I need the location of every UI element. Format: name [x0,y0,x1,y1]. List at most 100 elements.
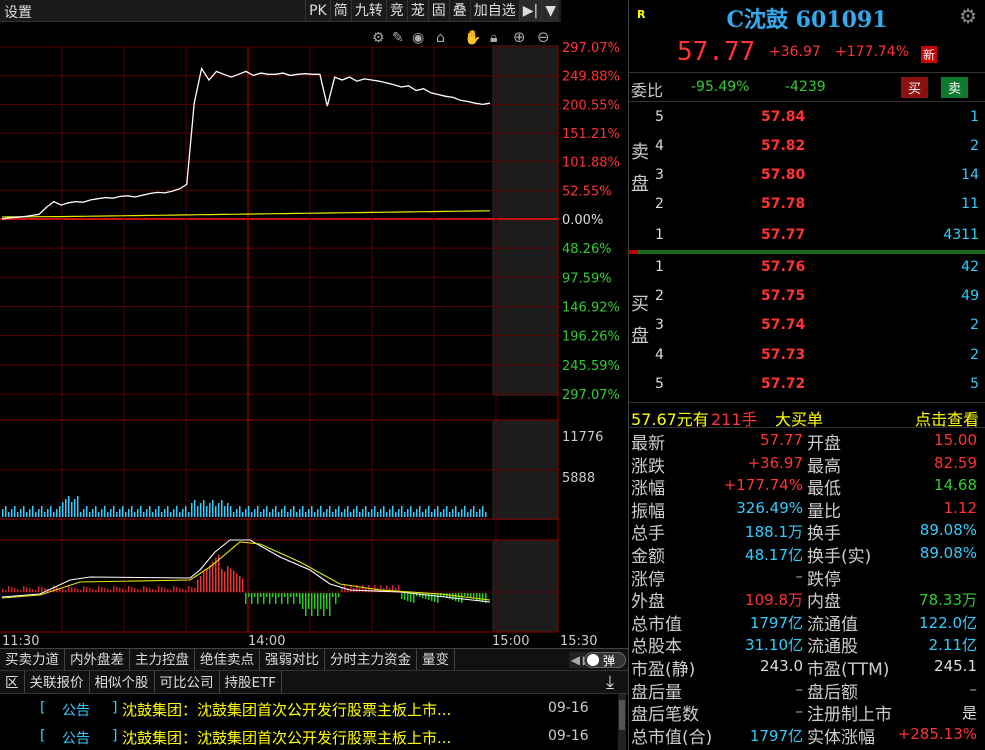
tab-comparable-companies[interactable]: 可比公司 [155,671,220,693]
quote-row: 盘后量 – 盘后额 – [629,679,985,703]
download-icon[interactable]: ⤓ [606,672,614,693]
indicator-bar [11,587,13,592]
volume-bar [83,509,85,517]
buy-button[interactable]: 买 [901,77,929,98]
tab-region[interactable]: 区 [0,671,25,693]
indicator-bar [92,589,94,592]
level: 1 [655,259,664,275]
stat-label: 市盈(TTM) [807,659,890,680]
volume-bar [404,512,406,517]
tab-strength[interactable]: 强弱对比 [260,649,325,670]
stat-value: 326.49% [736,498,803,517]
buy-row-3[interactable]: 3 57.74 2 [629,312,985,342]
volume-bar [245,509,247,517]
volume-bar [179,512,181,517]
stat-label: 总市值(合) [631,727,713,748]
tab-inner-outer[interactable]: 内外盘差 [65,649,130,670]
sell-row-4[interactable]: 4 57.82 2 [629,133,985,163]
intraday-chart[interactable]: 297.07% 249.88% 200.55% 151.21% 101.88% 52.55… [0,22,628,648]
chart-svg[interactable]: 297.07% 249.88% 200.55% 151.21% 101.88% 52.55… [0,22,628,648]
tab-buy-sell-force[interactable]: 买卖力道 [0,649,65,670]
expand-icon[interactable]: ▶| [518,0,542,22]
quote-row: 金额 48.17亿 换手(实) 89.08% [629,543,985,567]
simple-button[interactable]: 简 [329,0,351,22]
indicator-bar [158,586,160,592]
fix-button[interactable]: 固 [427,0,449,22]
tab-best-sell[interactable]: 绝佳卖点 [195,649,260,670]
indicator-bar [254,593,256,597]
buy-row-5[interactable]: 5 57.72 5 [629,371,985,401]
volume-bar [401,506,403,517]
volume-bar [470,509,472,517]
auction-button[interactable]: 竞 [385,0,407,22]
indicator-bar [86,587,88,592]
volume-bar [473,506,475,517]
sell-button[interactable]: 卖 [941,77,969,98]
sell-row-3[interactable]: 3 57.80 14 [629,162,985,192]
jiuzhuan-button[interactable]: 九转 [350,0,386,22]
announcement-item[interactable]: [ 公告 ] 沈鼓集团：沈鼓集团首次公开发行股票主板上市... 09-16 [0,722,628,750]
stock-name[interactable]: C沈鼓 601091 [629,2,985,34]
scrollbar-thumb[interactable] [619,700,625,730]
volume-bar [239,506,241,517]
sell-row-2[interactable]: 2 57.78 11 [629,191,985,221]
indicator-bar [278,593,280,597]
volume-bar [134,512,136,517]
chip-button[interactable]: 茏 [406,0,428,22]
order-ratio-label: 委比 [631,81,664,100]
volume-bar [467,512,469,517]
popup-toggle[interactable]: 弹 [584,652,626,668]
tab-volume-change[interactable]: 量变 [417,649,455,670]
buy-row-4[interactable]: 4 57.73 2 [629,342,985,372]
sell-row-1[interactable]: 1 57.77 4311 [629,222,985,252]
announcement-list: [ 公告 ] 沈鼓集团：沈鼓集团首次公开发行股票主板上市... 09-16 [ … [0,694,628,750]
volume-bar [140,506,142,517]
announcement-title[interactable]: 沈鼓集团：沈鼓集团首次公开发行股票主板上市... [122,727,451,748]
volume-bar [47,509,49,517]
indicator-bar [479,593,481,601]
volume-bar [455,506,457,517]
stat-value: – [795,702,804,721]
quote-row: 外盘 109.8万 内盘 78.33万 [629,588,985,612]
volume-bar [227,503,229,517]
indicator-bar [161,587,163,592]
volume-bar [23,506,25,517]
volume-bar [356,506,358,517]
volume-bar [266,506,268,517]
tab-similar-stocks[interactable]: 相似个股 [90,671,155,693]
announcement-title[interactable]: 沈鼓集团：沈鼓集团首次公开发行股票主板上市... [122,699,451,720]
indicator-bar [428,593,430,600]
quote-stats: 最新 57.77 开盘 15.00 涨跌 +36.97 最高 82.59 涨幅 +177.74% 最… [629,430,985,748]
indicator-bar [122,589,124,592]
volume-bar [20,509,22,517]
volume-bar [383,506,385,517]
add-watchlist-button[interactable]: 加自选 [469,0,519,22]
sell-row-5[interactable]: 5 57.84 1 [629,104,985,134]
tab-main-capital[interactable]: 分时主力资金 [325,649,417,670]
announcement-item[interactable]: [ 公告 ] 沈鼓集团：沈鼓集团首次公开发行股票主板上市... 09-16 [0,694,628,722]
indicator-bar [431,593,433,601]
buy-row-2[interactable]: 2 57.75 49 [629,283,985,313]
overlay-button[interactable]: 叠 [448,0,470,22]
stat-label: 盘后笔数 [631,705,699,726]
volume-bar [200,503,202,517]
volume-bar [38,509,40,517]
indicator-bar [140,590,142,592]
tab-holding-etf[interactable]: 持股ETF [220,671,283,693]
chevron-down-icon[interactable]: ▼ [541,0,559,22]
volume-bar [395,512,397,517]
buy-row-1[interactable]: 1 57.76 42 [629,254,985,284]
stat-label: 流通值 [807,614,858,635]
tab-main-control[interactable]: 主力控盘 [130,649,195,670]
tab-related-quotes[interactable]: 关联报价 [25,671,90,693]
gear-icon[interactable]: ⚙ [959,4,977,28]
volume-bar [350,512,352,517]
price: 57.75 [761,288,806,304]
volume-bar [422,512,424,517]
stat-label: 总市值 [631,614,682,635]
volume-bar [185,506,187,517]
view-details-link[interactable]: 点击查看 [915,406,979,430]
settings-button[interactable]: 设置 [4,2,32,22]
announcement-scrollbar[interactable] [618,694,626,750]
pk-button[interactable]: PK [305,0,330,22]
